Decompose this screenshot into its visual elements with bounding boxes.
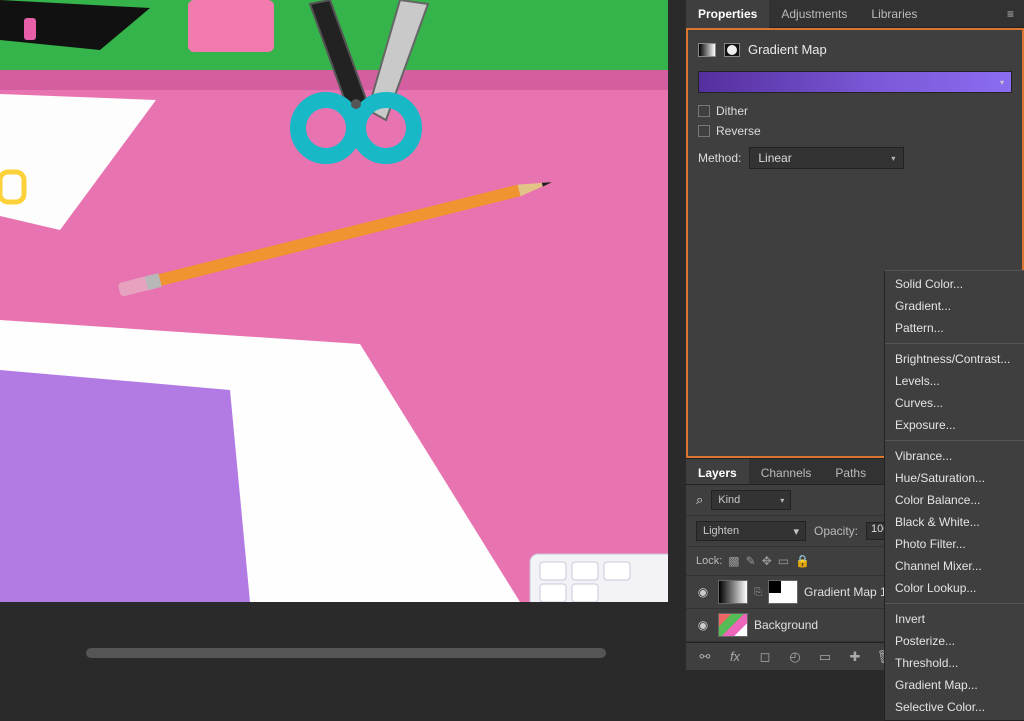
tab-adjustments[interactable]: Adjustments: [769, 0, 859, 28]
layer-thumb-gradientmap[interactable]: [718, 580, 748, 604]
lock-artboard-icon[interactable]: ▭: [778, 554, 789, 568]
blend-mode-dropdown[interactable]: Lighten ▾: [696, 521, 806, 541]
menu-item[interactable]: Hue/Saturation...: [885, 467, 1024, 489]
panel-tabs: Properties Adjustments Libraries ≡: [686, 0, 1024, 28]
menu-item[interactable]: Brightness/Contrast...: [885, 348, 1024, 370]
lock-transparency-icon[interactable]: ▩: [728, 554, 739, 568]
new-group-icon[interactable]: ▭: [816, 649, 834, 665]
lock-all-icon[interactable]: 🔒: [795, 554, 810, 568]
menu-item[interactable]: Invert: [885, 608, 1024, 630]
tab-paths[interactable]: Paths: [823, 459, 878, 484]
canvas-area: [0, 0, 686, 662]
gradient-dropdown-icon[interactable]: ▾: [993, 72, 1011, 92]
panel-menu-icon[interactable]: ≡: [997, 7, 1024, 21]
lock-position-icon[interactable]: ✥: [762, 554, 772, 568]
method-dropdown[interactable]: Linear ▾: [749, 147, 904, 169]
menu-item[interactable]: Photo Filter...: [885, 533, 1024, 555]
layer-name[interactable]: Background: [754, 618, 818, 632]
layer-thumb-background[interactable]: [718, 613, 748, 637]
menu-item[interactable]: Gradient Map...: [885, 674, 1024, 696]
dither-checkbox[interactable]: [698, 105, 710, 117]
menu-item[interactable]: Gradient...: [885, 295, 1024, 317]
add-mask-icon[interactable]: ◻: [756, 649, 774, 665]
gradient-preview[interactable]: ▾: [698, 71, 1012, 93]
opacity-label: Opacity:: [814, 524, 858, 538]
menu-item[interactable]: Threshold...: [885, 652, 1024, 674]
layer-mask-icon: [724, 43, 740, 57]
menu-item[interactable]: Curves...: [885, 392, 1024, 414]
tab-channels[interactable]: Channels: [749, 459, 824, 484]
menu-item[interactable]: Black & White...: [885, 511, 1024, 533]
menu-item[interactable]: Selective Color...: [885, 696, 1024, 718]
menu-item[interactable]: Color Balance...: [885, 489, 1024, 511]
lock-label: Lock:: [696, 555, 722, 567]
side-panel: Properties Adjustments Libraries ≡ Gradi…: [686, 0, 1024, 662]
gradient-map-icon: [698, 43, 716, 57]
menu-item[interactable]: Exposure...: [885, 414, 1024, 436]
layer-name[interactable]: Gradient Map 1: [804, 585, 887, 599]
menu-item[interactable]: Channel Mixer...: [885, 555, 1024, 577]
filter-kind-dropdown[interactable]: Kind ▾: [711, 490, 791, 510]
filter-kind-label: Kind: [718, 494, 740, 506]
menu-item[interactable]: Vibrance...: [885, 445, 1024, 467]
tab-libraries[interactable]: Libraries: [859, 0, 929, 28]
link-layers-icon[interactable]: ⚯: [696, 649, 714, 665]
method-label: Method:: [698, 151, 741, 165]
dither-row[interactable]: Dither: [698, 101, 1012, 121]
lock-image-icon[interactable]: ✎: [746, 554, 756, 568]
new-adjustment-icon[interactable]: ◴: [786, 649, 804, 665]
link-icon[interactable]: ⎘: [754, 587, 762, 598]
tab-properties[interactable]: Properties: [686, 0, 769, 28]
search-icon[interactable]: ⌕: [696, 492, 703, 508]
visibility-icon[interactable]: ◉: [694, 618, 712, 632]
properties-title: Gradient Map: [748, 42, 827, 57]
method-value: Linear: [758, 151, 791, 165]
new-layer-icon[interactable]: ✚: [846, 649, 864, 665]
horizontal-scrollbar[interactable]: [86, 648, 606, 658]
menu-item[interactable]: Solid Color...: [885, 273, 1024, 295]
reverse-checkbox[interactable]: [698, 125, 710, 137]
reverse-row[interactable]: Reverse: [698, 121, 1012, 141]
layer-mask-thumb[interactable]: [768, 580, 798, 604]
document-canvas[interactable]: [0, 0, 668, 602]
dither-label: Dither: [716, 104, 748, 118]
blend-mode-value: Lighten: [703, 525, 739, 537]
chevron-down-icon: ▾: [891, 154, 895, 163]
menu-item[interactable]: Color Lookup...: [885, 577, 1024, 599]
visibility-icon[interactable]: ◉: [694, 585, 712, 599]
new-adjustment-menu: Solid Color...Gradient...Pattern... Brigh…: [884, 270, 1024, 721]
menu-item[interactable]: Pattern...: [885, 317, 1024, 339]
menu-item[interactable]: Posterize...: [885, 630, 1024, 652]
menu-item[interactable]: Levels...: [885, 370, 1024, 392]
canvas-image: [0, 0, 668, 602]
reverse-label: Reverse: [716, 124, 761, 138]
tab-layers[interactable]: Layers: [686, 459, 749, 484]
